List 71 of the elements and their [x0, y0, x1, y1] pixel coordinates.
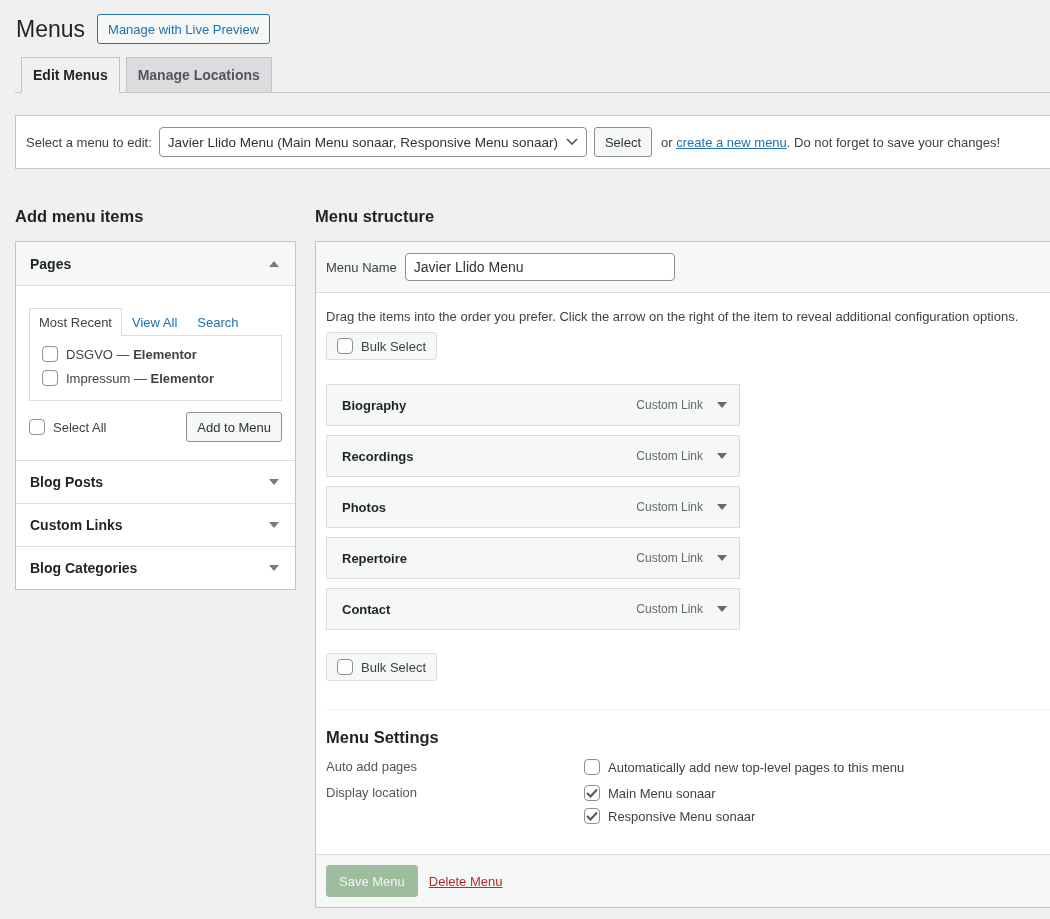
menu-item-type: Custom Link — [636, 449, 703, 463]
page-title: Menus — [16, 15, 86, 43]
section-heading: Menu structure — [315, 207, 436, 226]
page-tab[interactable]: Most Recent — [29, 308, 122, 336]
add-to-menu-button[interactable]: Add to Menu — [186, 412, 282, 442]
accordion-header[interactable]: Blog Posts — [16, 461, 295, 503]
checkbox[interactable] — [584, 785, 600, 801]
instruction-text: or create a new menu. Do not forget to save your changes! — [661, 134, 1001, 150]
option-label: Automatically add new top-level pages to this menu — [608, 759, 905, 775]
menu-item-title: Photos — [342, 499, 388, 515]
page-label: DSGVO — Elementor — [66, 346, 197, 362]
checkbox[interactable] — [337, 659, 353, 675]
menu-item-title: Recordings — [342, 448, 415, 464]
bulk-select-button[interactable]: Bulk Select — [326, 332, 438, 360]
menu-name-field[interactable]: Javier Llido Menu — [404, 253, 675, 281]
select-all-label: Select All — [53, 419, 107, 435]
menu-item[interactable]: Photos Custom Link — [326, 486, 740, 528]
checkbox[interactable] — [29, 419, 45, 435]
checkbox[interactable] — [584, 759, 600, 775]
triangle-icon — [269, 479, 279, 485]
page-tab[interactable]: Search — [187, 308, 249, 335]
page-label: Impressum — Elementor — [66, 370, 215, 386]
accordion-header[interactable]: Custom Links — [16, 504, 295, 546]
menu-item-type: Custom Link — [636, 398, 703, 412]
triangle-icon[interactable] — [717, 453, 727, 459]
triangle-icon — [269, 565, 279, 571]
tab[interactable]: Edit Menus — [21, 57, 120, 93]
triangle-icon[interactable] — [717, 606, 727, 612]
option-label: Responsive Menu sonaar — [608, 808, 756, 824]
accordion-header[interactable]: Pages — [16, 242, 295, 286]
delete-menu-link[interactable]: Delete Menu — [428, 873, 503, 889]
checkbox[interactable] — [584, 808, 600, 824]
select-button[interactable]: Select — [593, 127, 653, 157]
accordion-title: Custom Links — [30, 517, 123, 533]
page-tab[interactable]: View All — [122, 308, 188, 335]
checkbox[interactable] — [42, 370, 58, 386]
live-preview-button[interactable]: Manage with Live Preview — [97, 14, 271, 44]
menu-item[interactable]: Recordings Custom Link — [326, 435, 740, 477]
triangle-icon[interactable] — [717, 555, 727, 561]
menu-dropdown[interactable]: Javier Llido Menu (Main Menu sonaar, Responsive Menu sonaar) — [158, 127, 587, 157]
checkbox[interactable] — [337, 338, 353, 354]
bulk-select-button[interactable]: Bulk Select — [326, 653, 438, 681]
settings-heading: Menu Settings — [326, 728, 440, 747]
chevron-down-icon — [565, 138, 578, 146]
triangle-icon — [269, 260, 279, 267]
triangle-icon[interactable] — [717, 402, 727, 408]
menu-item[interactable]: Contact Custom Link — [326, 588, 740, 630]
accordion-header[interactable]: Blog Categories — [16, 547, 295, 589]
setting-label: Display location — [326, 785, 419, 802]
triangle-icon[interactable] — [717, 504, 727, 510]
menu-item-title: Repertoire — [342, 550, 409, 566]
menu-item-title: Biography — [342, 397, 408, 413]
setting-label: Auto add pages — [326, 759, 419, 775]
create-menu-link[interactable]: create a new menu — [676, 134, 787, 150]
checkbox[interactable] — [42, 346, 58, 362]
menu-item[interactable]: Repertoire Custom Link — [326, 537, 740, 579]
accordion-title: Pages — [30, 255, 72, 272]
accordion-title: Blog Posts — [30, 474, 104, 490]
select-label: Select a menu to edit: — [26, 134, 152, 150]
triangle-icon — [269, 522, 279, 528]
tab[interactable]: Manage Locations — [125, 57, 272, 93]
option-label: Main Menu sonaar — [608, 785, 716, 801]
menu-item-type: Custom Link — [636, 602, 703, 616]
menu-name-label: Menu Name — [326, 259, 397, 275]
instructions-text: Drag the items into the order you prefer. Click the arrow on the right of the item to reveal additional configuration options. — [326, 309, 1020, 324]
menu-item-type: Custom Link — [636, 500, 703, 514]
menu-item-type: Custom Link — [636, 551, 703, 565]
accordion-title: Blog Categories — [30, 560, 138, 576]
section-heading: Add menu items — [15, 207, 145, 226]
menu-item[interactable]: Biography Custom Link — [326, 384, 740, 426]
menu-item-title: Contact — [342, 601, 392, 617]
